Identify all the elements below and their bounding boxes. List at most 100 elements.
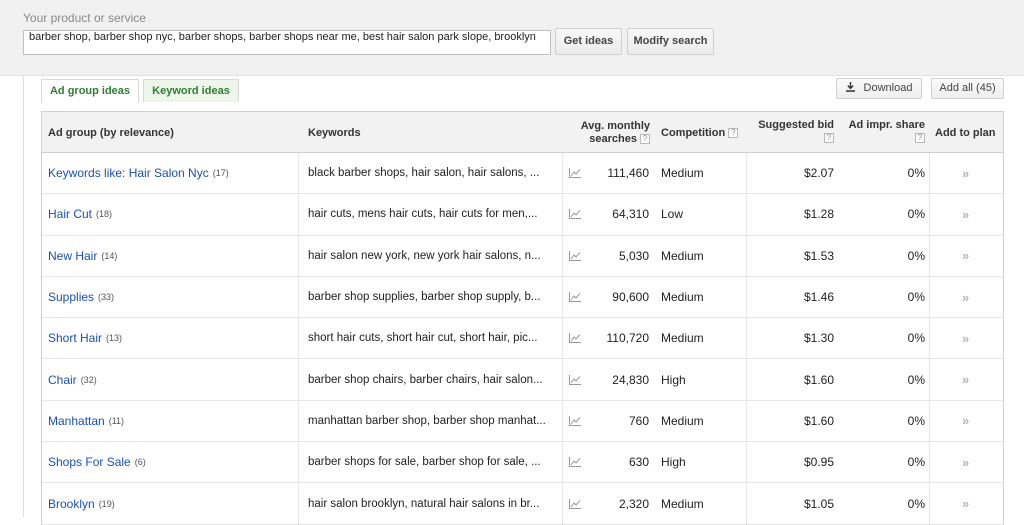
header-ad-group[interactable]: Ad group (by relevance)	[48, 112, 174, 153]
table-row: Chair (32) barber shop chairs, barber chai…	[42, 359, 1003, 401]
ad-group-link[interactable]: Brooklyn	[48, 497, 95, 511]
download-icon	[845, 82, 855, 92]
keywords-cell[interactable]: manhattan barber shop, barber shop manha…	[308, 401, 556, 441]
tab-ad-group-ideas[interactable]: Ad group ideas	[41, 79, 139, 103]
trend-chart-button[interactable]	[569, 442, 581, 482]
header-competition-label: Competition	[661, 126, 726, 139]
tab-keyword-ideas[interactable]: Keyword ideas	[143, 79, 239, 102]
trend-chart-button[interactable]	[569, 359, 581, 399]
trend-chart-button[interactable]	[569, 277, 581, 317]
add-to-plan-button[interactable]: »	[962, 442, 969, 482]
add-to-plan-button[interactable]: »	[962, 359, 969, 399]
keywords-cell[interactable]: hair salon new york, new york hair salon…	[308, 236, 556, 276]
add-to-plan-button[interactable]: »	[962, 153, 969, 193]
ad-group-link[interactable]: Manhattan	[48, 414, 105, 428]
get-ideas-button[interactable]: Get ideas	[555, 28, 622, 55]
keyword-count: (32)	[80, 374, 97, 385]
header-competition[interactable]: Competition?	[661, 112, 739, 153]
ad-group-cell: Supplies (33)	[48, 277, 114, 317]
header-ad-impr-share-label: Ad impr. share	[848, 118, 925, 131]
trend-chart-button[interactable]	[569, 236, 581, 276]
add-to-plan-button[interactable]: »	[962, 483, 969, 523]
add-to-plan-button[interactable]: »	[962, 401, 969, 441]
ad-group-cell: Keywords like: Hair Salon Nyc (17)	[48, 153, 229, 193]
header-avg-monthly-searches[interactable]: Avg. monthly searches?	[562, 112, 650, 153]
trend-chart-icon	[569, 250, 581, 261]
add-all-button[interactable]: Add all (45)	[931, 78, 1004, 99]
ad-group-link[interactable]: Supplies	[48, 290, 94, 304]
avg-monthly-searches: 630	[628, 455, 649, 470]
keyword-count: (19)	[98, 498, 115, 509]
keywords-cell[interactable]: black barber shops, hair salon, hair sal…	[308, 153, 556, 193]
column-divider	[929, 400, 930, 442]
trend-chart-button[interactable]	[569, 318, 581, 358]
column-divider	[562, 194, 563, 235]
keywords-cell[interactable]: barber shop supplies, barber shop supply…	[308, 277, 556, 317]
trend-chart-button[interactable]	[569, 194, 581, 234]
add-to-plan-button[interactable]: »	[962, 277, 969, 317]
competition-level: Medium	[661, 166, 704, 181]
ad-group-cell: Chair (32)	[48, 359, 97, 399]
keywords-cell[interactable]: barber shop chairs, barber chairs, hair …	[308, 359, 556, 399]
column-divider	[562, 483, 563, 524]
keywords-cell[interactable]: hair salon brooklyn, natural hair salons…	[308, 483, 556, 523]
table-row: Short Hair (13) short hair cuts, short hai…	[42, 318, 1003, 360]
trend-chart-button[interactable]	[569, 401, 581, 441]
competition-level: Medium	[661, 248, 704, 263]
help-icon[interactable]: ?	[728, 127, 739, 138]
avg-monthly-searches: 5,030	[618, 248, 649, 263]
trend-chart-button[interactable]	[569, 153, 581, 193]
ad-impression-share: 0%	[907, 248, 925, 263]
ad-group-cell: Brooklyn (19)	[48, 483, 115, 523]
ad-group-link[interactable]: Chair	[48, 373, 77, 387]
double-chevron-icon: »	[962, 496, 970, 512]
table-row: Supplies (33) barber shop supplies, barber…	[42, 276, 1003, 319]
keywords-cell[interactable]: barber shops for sale, barber shop for s…	[308, 442, 556, 482]
double-chevron-icon: »	[962, 454, 970, 470]
add-to-plan-button[interactable]: »	[962, 318, 969, 358]
add-to-plan-button[interactable]: »	[962, 194, 969, 234]
suggested-bid: $1.30	[803, 331, 834, 346]
ad-group-link[interactable]: Short Hair	[48, 331, 102, 345]
header-ad-impr-share[interactable]: Ad impr. share ?	[842, 112, 925, 153]
ad-group-link[interactable]: Hair Cut	[48, 207, 92, 221]
add-to-plan-button[interactable]: »	[962, 236, 969, 276]
help-icon[interactable]: ?	[915, 132, 925, 143]
suggested-bid: $1.53	[803, 248, 834, 263]
competition-level: High	[661, 455, 686, 470]
modify-search-button[interactable]: Modify search	[627, 28, 714, 55]
help-icon[interactable]: ?	[640, 133, 650, 144]
column-divider	[929, 235, 930, 276]
keyword-count: (14)	[101, 250, 118, 261]
column-divider	[562, 318, 563, 359]
header-keywords[interactable]: Keywords	[308, 112, 361, 153]
ad-group-cell: Manhattan (11)	[48, 401, 124, 441]
column-divider	[562, 235, 563, 276]
competition-level: Low	[661, 207, 684, 222]
table-row: Brooklyn (19) hair salon brooklyn, natural…	[42, 483, 1003, 525]
ad-group-link[interactable]: Keywords like: Hair Salon Nyc	[48, 166, 209, 180]
double-chevron-icon: »	[962, 372, 970, 388]
table-row: New Hair (14) hair salon new york, new yor…	[42, 235, 1003, 277]
avg-monthly-searches: 111,460	[607, 166, 649, 181]
column-divider	[562, 442, 563, 483]
trend-chart-icon	[569, 209, 581, 220]
double-chevron-icon: »	[962, 289, 970, 305]
table-row: Hair Cut (18) hair cuts, mens hair cuts, h…	[42, 194, 1003, 236]
keywords-cell[interactable]: hair cuts, mens hair cuts, hair cuts for…	[308, 194, 556, 234]
download-button[interactable]: Download	[836, 78, 922, 99]
search-panel: Your product or service barber shop, bar…	[0, 0, 1024, 76]
ad-group-link[interactable]: New Hair	[48, 249, 97, 263]
trend-chart-button[interactable]	[569, 483, 581, 523]
product-label: Your product or service	[23, 11, 146, 25]
table-header: Ad group (by relevance) Keywords Avg. mo…	[42, 112, 1003, 153]
help-icon[interactable]: ?	[824, 132, 834, 143]
ad-impression-share: 0%	[907, 166, 925, 181]
ad-impression-share: 0%	[907, 290, 925, 305]
ad-impression-share: 0%	[907, 207, 925, 222]
header-suggested-bid[interactable]: Suggested bid ?	[746, 112, 834, 153]
suggested-bid: $1.60	[803, 413, 834, 428]
product-search-input[interactable]: barber shop, barber shop nyc, barber sho…	[23, 30, 551, 55]
ad-group-link[interactable]: Shops For Sale	[48, 455, 131, 469]
keywords-cell[interactable]: short hair cuts, short hair cut, short h…	[308, 318, 556, 358]
